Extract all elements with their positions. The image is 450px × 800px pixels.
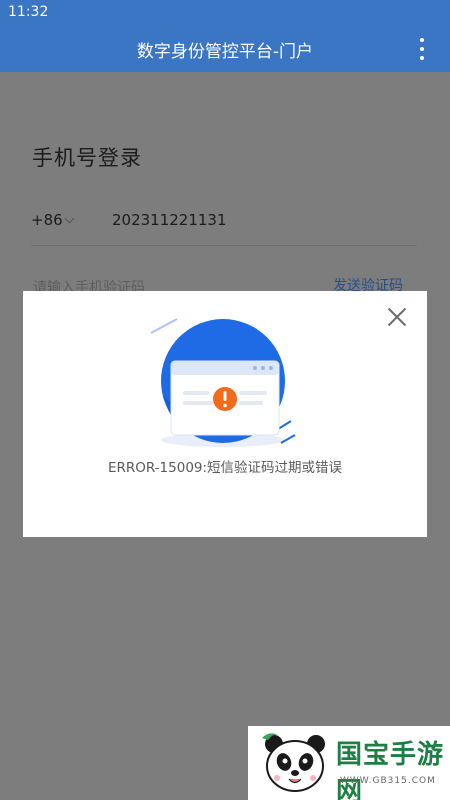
app-bar: 数字身份管控平台-门户 [0, 24, 450, 72]
page-title: 数字身份管控平台-门户 [136, 42, 314, 62]
status-time: 11:32 [8, 4, 49, 20]
close-icon[interactable] [387, 307, 407, 327]
error-warning-illustration [150, 318, 296, 447]
divider [31, 245, 417, 246]
panda-logo [262, 733, 325, 792]
login-title: 手机号登录 [32, 146, 142, 170]
watermark-url: WWW.GB315.COM [340, 776, 436, 786]
chevron-down-icon[interactable] [64, 213, 75, 224]
error-dialog: ERROR-15009:短信验证码过期或错误 [23, 291, 427, 537]
status-bar: 11:32 [0, 0, 450, 24]
error-message: ERROR-15009:短信验证码过期或错误 [107, 460, 343, 476]
country-code-select[interactable]: +86 [31, 211, 63, 229]
watermark: 国宝手游网 WWW.GB315.COM [248, 726, 450, 800]
phone-input[interactable]: 202311221131 [112, 211, 227, 229]
more-vertical-icon[interactable] [416, 38, 428, 60]
watermark-brand: 国宝手游网 [336, 740, 445, 800]
